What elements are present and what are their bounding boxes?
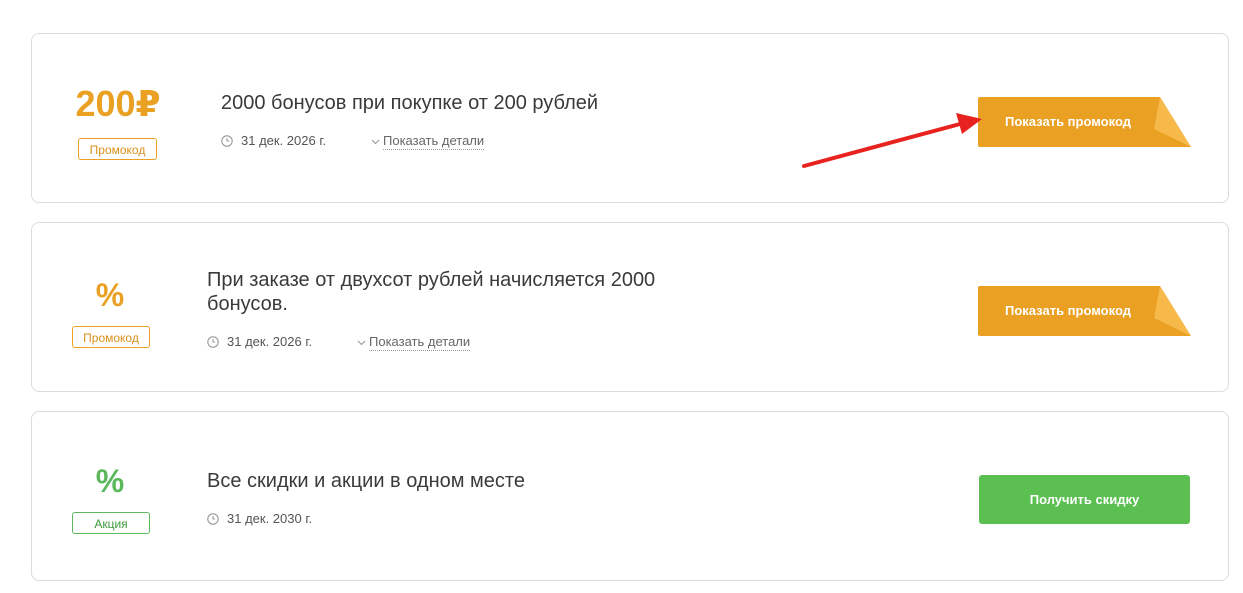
offer-card-3: % Акция Все скидки и акции в одном месте…	[31, 411, 1229, 581]
expiry-date: 31 дек. 2026 г.	[241, 133, 327, 148]
offer-expiry: 31 дек. 2026 г.	[221, 133, 326, 148]
chevron-down-icon	[357, 340, 366, 346]
offer-title: При заказе от двухсот рублей начисляется…	[207, 268, 655, 316]
discount-value: %	[95, 463, 125, 499]
offer-title-line-1: При заказе от двухсот рублей начисляется…	[207, 269, 656, 291]
show-details-link[interactable]: Показать детали	[357, 334, 471, 351]
offer-card-1: 200₽ Промокод 2000 бонусов при покупке о…	[31, 33, 1229, 203]
offer-expiry: 31 дек. 2030 г.	[207, 511, 312, 526]
expiry-date: 31 дек. 2026 г.	[227, 334, 313, 349]
offer-card-2: % Промокод При заказе от двухсот рублей …	[31, 222, 1229, 392]
expiry-date: 31 дек. 2030 г.	[227, 511, 313, 526]
show-promocode-label: Показать промокод	[1005, 114, 1131, 129]
offer-expiry: 31 дек. 2026 г.	[207, 334, 312, 349]
get-discount-button[interactable]: Получить скидку	[979, 475, 1190, 524]
show-details-link[interactable]: Показать детали	[371, 133, 485, 150]
show-promocode-button[interactable]: Показать промокод	[978, 286, 1191, 336]
offer-title-line-2: бонусов.	[207, 293, 288, 315]
offer-title: 2000 бонусов при покупке от 200 рублей	[221, 92, 599, 114]
offer-type-badge: Промокод	[78, 138, 157, 160]
offer-type-badge: Промокод	[72, 326, 150, 348]
show-promocode-label: Показать промокод	[1005, 303, 1131, 318]
offer-type-badge: Акция	[72, 512, 150, 534]
clock-icon	[207, 512, 219, 525]
discount-value: 200₽	[75, 83, 161, 124]
discount-value: %	[95, 277, 125, 313]
clock-icon	[207, 335, 219, 348]
show-details-label: Показать детали	[369, 334, 471, 351]
offer-title: Все скидки и акции в одном месте	[207, 470, 525, 492]
show-details-label: Показать детали	[383, 133, 485, 150]
chevron-down-icon	[371, 139, 380, 145]
clock-icon	[221, 134, 233, 147]
show-promocode-button[interactable]: Показать промокод	[978, 97, 1191, 147]
